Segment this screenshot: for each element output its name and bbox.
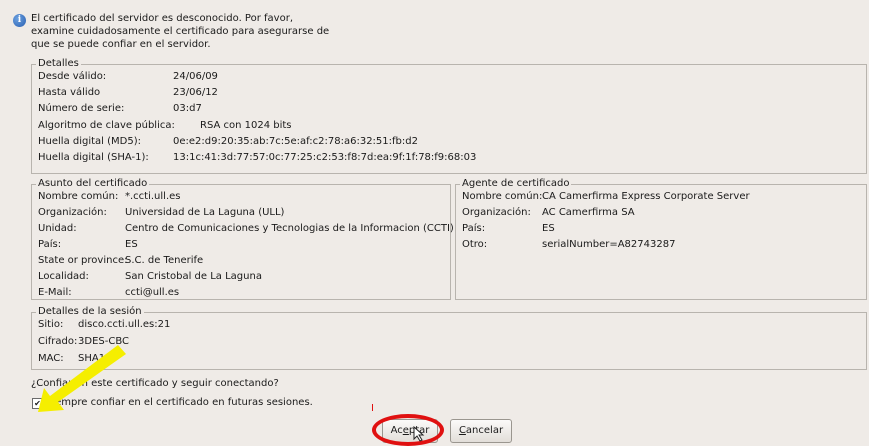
issuer-label: Organización:	[462, 207, 531, 218]
issuer-label: Nombre común:	[462, 191, 543, 202]
session-label: Sitio:	[38, 319, 64, 330]
details-value: 23/06/12	[173, 87, 218, 98]
details-label: Algoritmo de clave pública:	[38, 120, 175, 131]
details-label: Número de serie:	[38, 103, 125, 114]
issuer-group: Agente de certificado Nombre común: CA C…	[455, 178, 867, 300]
message-line: examine cuidadosamente el certificado pa…	[31, 26, 330, 37]
subject-value: ES	[125, 239, 138, 250]
red-highlight-ellipse	[372, 414, 444, 446]
subject-label: Localidad:	[38, 271, 89, 282]
message-line: El certificado del servidor es desconoci…	[31, 13, 293, 24]
issuer-label: País:	[462, 223, 486, 234]
server-message: El certificado del servidor es desconoci…	[31, 12, 329, 51]
subject-label: E-Mail:	[38, 287, 72, 298]
subject-value: Centro de Comunicaciones y Tecnologias d…	[125, 223, 454, 234]
subject-title: Asunto del certificado	[36, 178, 150, 190]
details-value: RSA con 1024 bits	[200, 120, 292, 131]
issuer-label: Otro:	[462, 239, 488, 250]
yellow-arrow-icon	[38, 345, 126, 412]
subject-value: ccti@ull.es	[125, 287, 180, 298]
cancel-button[interactable]: Cancelar	[450, 419, 512, 443]
subject-value: Universidad de La Laguna (ULL)	[125, 207, 285, 218]
details-value: 0e:e2:d9:20:35:ab:7c:5e:af:c2:78:a6:32:5…	[173, 136, 418, 147]
details-value: 13:1c:41:3d:77:57:0c:77:25:c2:53:f8:7d:e…	[173, 152, 477, 163]
issuer-value: ES	[542, 223, 555, 234]
details-label: Hasta válido	[38, 87, 101, 98]
issuer-title: Agente de certificado	[460, 178, 572, 190]
details-title: Detalles	[36, 58, 81, 70]
session-group: Detalles de la sesión Sitio: disco.ccti.…	[31, 306, 867, 370]
subject-label: Unidad:	[38, 223, 77, 234]
message-line: que se puede confiar en el servidor.	[31, 39, 211, 50]
details-label: Huella digital (MD5):	[38, 136, 141, 147]
subject-label: State or province:	[38, 255, 128, 266]
details-label: Desde válido:	[38, 71, 107, 82]
issuer-value: CA Camerfirma Express Corporate Server	[542, 191, 750, 202]
session-value: disco.ccti.ull.es:21	[78, 319, 171, 330]
issuer-value: serialNumber=A82743287	[542, 239, 676, 250]
subject-value: S.C. de Tenerife	[125, 255, 204, 266]
subject-value: San Cristobal de La Laguna	[125, 271, 262, 282]
details-value: 03:d7	[173, 103, 202, 114]
cancel-mnemonic: C	[458, 425, 466, 436]
subject-label: Nombre común:	[38, 191, 119, 202]
info-icon: i	[13, 14, 26, 27]
subject-label: Organización:	[38, 207, 107, 218]
details-group: Detalles Desde válido: 24/06/09 Hasta vá…	[31, 58, 867, 174]
details-label: Huella digital (SHA-1):	[38, 152, 149, 163]
subject-group: Asunto del certificado Nombre común: *.c…	[31, 178, 454, 300]
red-annotation-mark	[372, 404, 373, 411]
subject-value: *.ccti.ull.es	[125, 191, 181, 202]
issuer-value: AC Camerfirma SA	[542, 207, 635, 218]
details-value: 24/06/09	[173, 71, 218, 82]
cancel-label-part: ancelar	[465, 425, 504, 436]
session-title: Detalles de la sesión	[36, 306, 144, 318]
subject-label: País:	[38, 239, 62, 250]
